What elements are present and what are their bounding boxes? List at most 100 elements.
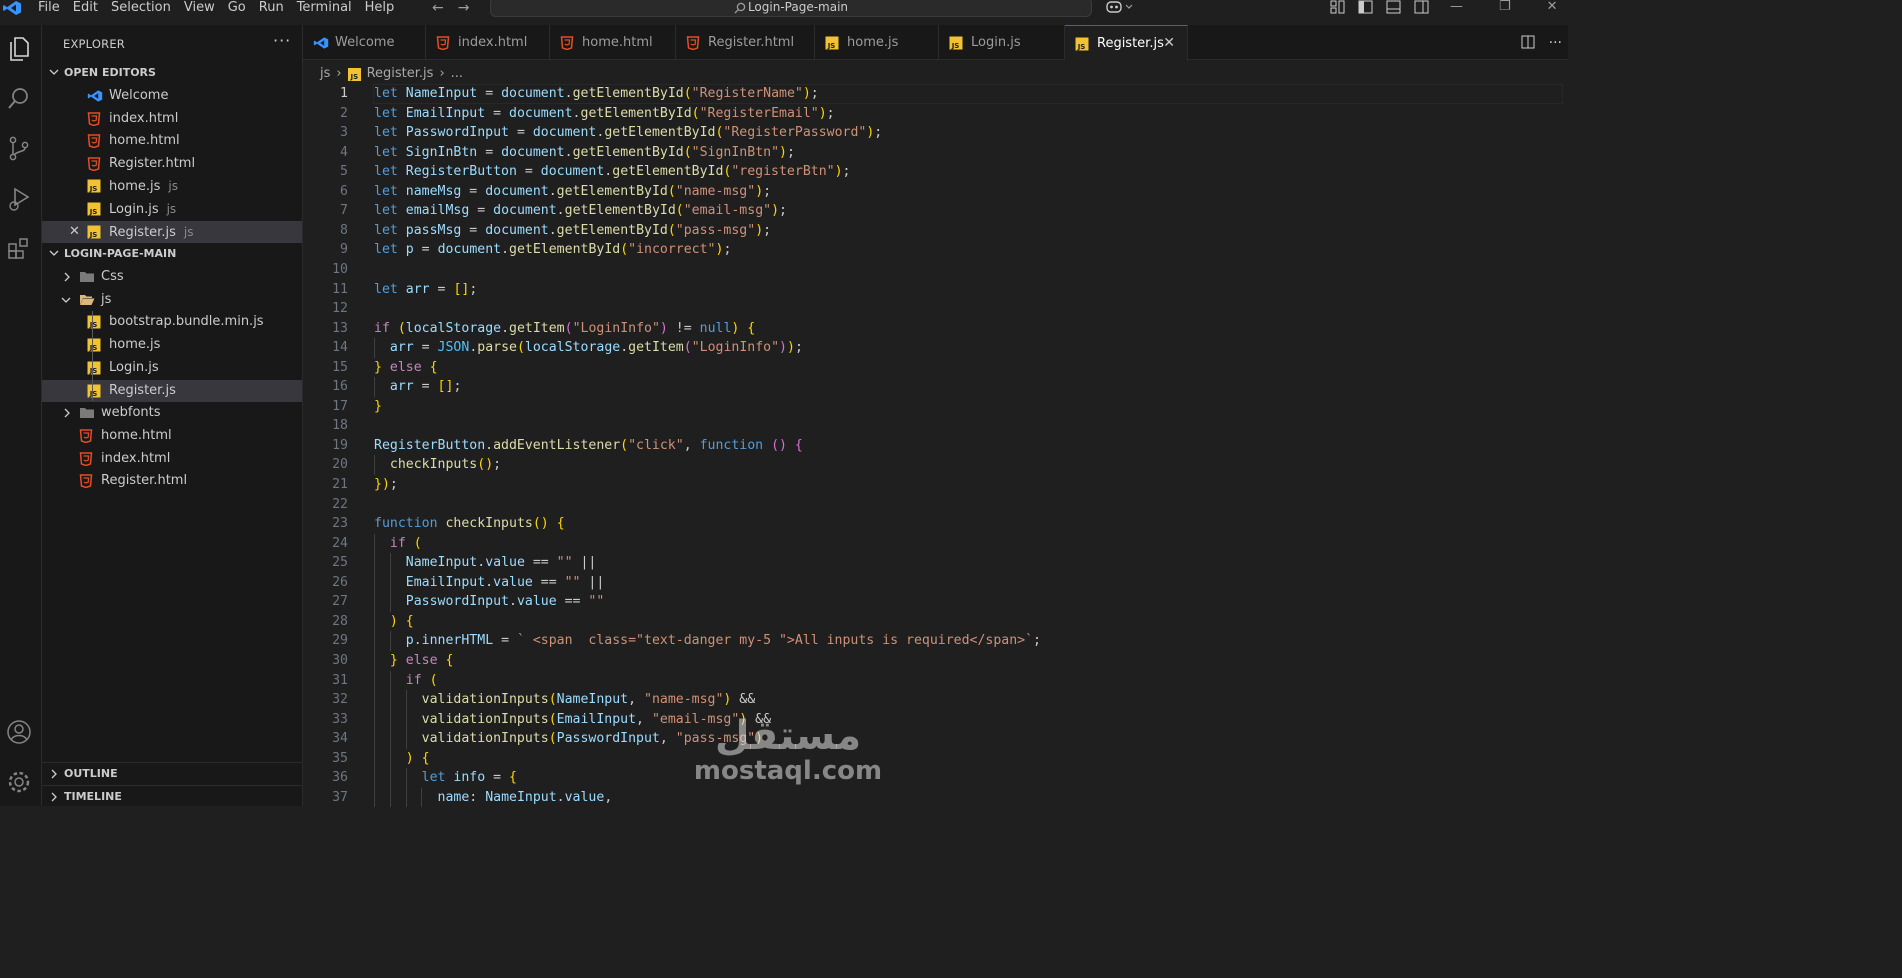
menu-terminal[interactable]: Terminal xyxy=(297,0,358,18)
more-actions-icon[interactable]: ··· xyxy=(273,31,291,50)
menu-selection[interactable]: Selection xyxy=(111,0,177,18)
outline-section[interactable]: OUTLINE xyxy=(42,762,302,785)
code-line[interactable]: } else { xyxy=(374,358,438,378)
code-editor[interactable]: 1 let NameInput = document.getElementById… xyxy=(303,84,1568,808)
open-editor-item[interactable]: home.html xyxy=(42,130,302,152)
tab-home-js[interactable]: JS home.js xyxy=(815,25,939,60)
code-line[interactable]: checkInputs(); xyxy=(374,455,501,475)
code-line[interactable]: if ( xyxy=(374,671,438,691)
code-line[interactable]: }); xyxy=(374,475,398,495)
code-line[interactable]: ) { xyxy=(374,612,414,632)
code-line[interactable]: ) { xyxy=(374,749,430,769)
open-editor-item[interactable]: Register.html xyxy=(42,153,302,175)
code-line[interactable]: let p = document.getElementById("incorre… xyxy=(374,240,731,260)
close-icon[interactable]: ✕ xyxy=(69,221,80,243)
toggle-panel-icon[interactable] xyxy=(1386,0,1402,14)
customize-layout-icon[interactable] xyxy=(1330,0,1346,14)
tree-file[interactable]: home.html xyxy=(42,425,302,447)
menu-view[interactable]: View xyxy=(184,0,221,18)
tree-item-name: js xyxy=(101,291,112,307)
accounts-icon[interactable] xyxy=(6,719,34,747)
back-arrow-icon[interactable]: ← xyxy=(432,0,444,16)
copilot-icon[interactable] xyxy=(1105,0,1135,14)
code-line[interactable]: } else { xyxy=(374,651,454,671)
explorer-files-icon[interactable] xyxy=(6,35,34,63)
tab-home-html[interactable]: home.html xyxy=(550,25,676,60)
tree-file[interactable]: JS Register.js xyxy=(42,379,302,402)
tab-index-html[interactable]: index.html xyxy=(426,25,550,60)
close-window-icon[interactable]: ✕ xyxy=(1547,0,1558,14)
menu-edit[interactable]: Edit xyxy=(73,0,104,18)
tab-register-html[interactable]: Register.html xyxy=(676,25,815,60)
tree-file[interactable]: JS bootstrap.bundle.min.js xyxy=(42,311,302,333)
code-line[interactable]: let passMsg = document.getElementById("p… xyxy=(374,221,771,241)
menu-run[interactable]: Run xyxy=(259,0,290,18)
code-line[interactable]: validationInputs(NameInput, "name-msg") … xyxy=(374,690,756,710)
code-line[interactable]: function checkInputs() { xyxy=(374,514,565,534)
code-line[interactable]: let emailMsg = document.getElementById("… xyxy=(374,201,787,221)
forward-arrow-icon[interactable]: → xyxy=(458,0,470,16)
open-editor-item[interactable]: ✕ JS Register.js js xyxy=(42,220,302,243)
tree-file[interactable]: Register.html xyxy=(42,470,302,492)
open-editors-section[interactable]: OPEN EDITORS xyxy=(42,62,302,84)
breadcrumb-file[interactable]: Register.js xyxy=(367,64,434,84)
code-line[interactable]: EmailInput.value == "" || xyxy=(374,573,605,593)
code-line[interactable]: let info = { xyxy=(374,768,517,788)
toggle-secondary-sidebar-icon[interactable] xyxy=(1414,0,1430,14)
open-editor-item[interactable]: index.html xyxy=(42,108,302,130)
command-center-search[interactable]: Login-Page-main xyxy=(490,0,1092,17)
project-section[interactable]: LOGIN-PAGE-MAIN xyxy=(42,243,302,265)
menu-go[interactable]: Go xyxy=(228,0,252,18)
code-line[interactable]: if (localStorage.getItem("LoginInfo") !=… xyxy=(374,319,755,339)
code-line[interactable]: let RegisterButton = document.getElement… xyxy=(374,162,850,182)
open-editor-item[interactable]: JS Login.js js xyxy=(42,198,302,220)
split-editor-icon[interactable] xyxy=(1521,35,1535,51)
tree-file[interactable]: JS Login.js xyxy=(42,357,302,379)
code-line[interactable]: let SignInBtn = document.getElementById(… xyxy=(374,143,795,163)
watermark-latin: mostaql.com xyxy=(693,756,883,786)
code-line[interactable]: arr = JSON.parse(localStorage.getItem("L… xyxy=(374,338,803,358)
manage-gear-icon[interactable] xyxy=(6,769,34,797)
menu-file[interactable]: File xyxy=(38,0,66,18)
code-line[interactable]: arr = []; xyxy=(374,377,462,397)
code-line[interactable]: NameInput.value == "" || xyxy=(374,553,597,573)
code-line[interactable]: PasswordInput.value == "" xyxy=(374,592,605,612)
code-line[interactable]: let PasswordInput = document.getElementB… xyxy=(374,123,882,143)
explorer-sidebar: EXPLORER ··· OPEN EDITORS Welcome index.h… xyxy=(42,25,303,806)
timeline-section[interactable]: TIMELINE xyxy=(42,785,302,808)
line-number: 27 xyxy=(332,594,348,610)
open-editor-item[interactable]: JS home.js js xyxy=(42,175,302,197)
tree-file[interactable]: index.html xyxy=(42,448,302,470)
tab-login-js[interactable]: JS Login.js xyxy=(939,25,1065,60)
tab-welcome[interactable]: Welcome xyxy=(303,25,426,60)
source-control-icon[interactable] xyxy=(6,135,34,163)
html-file-icon xyxy=(79,451,93,466)
code-line[interactable]: p.innerHTML = ` <span class="text-danger… xyxy=(374,631,1041,651)
more-editor-actions-icon[interactable]: ··· xyxy=(1549,35,1562,51)
tree-folder[interactable]: webfonts xyxy=(42,402,302,424)
extensions-icon[interactable] xyxy=(6,235,34,263)
code-line[interactable]: if ( xyxy=(374,534,422,554)
toggle-primary-sidebar-icon[interactable] xyxy=(1358,0,1374,14)
js-file-icon: JS xyxy=(87,179,101,193)
menu-help[interactable]: Help xyxy=(365,0,401,18)
minimize-icon[interactable]: — xyxy=(1450,0,1463,14)
open-editor-item[interactable]: Welcome xyxy=(42,85,302,107)
tree-file[interactable]: JS home.js xyxy=(42,334,302,356)
tab-register-js[interactable]: JS Register.js ✕ xyxy=(1065,25,1188,61)
restore-icon[interactable]: ❐ xyxy=(1499,0,1511,14)
breadcrumb-more[interactable]: ... xyxy=(451,64,463,84)
tree-folder[interactable]: Css xyxy=(42,266,302,288)
search-activity-icon[interactable] xyxy=(6,85,34,113)
run-and-debug-icon[interactable] xyxy=(6,185,34,213)
code-line[interactable]: name: NameInput.value, xyxy=(374,788,613,808)
code-line[interactable]: } xyxy=(374,397,382,417)
close-tab-icon[interactable]: ✕ xyxy=(1163,26,1175,61)
code-line[interactable]: RegisterButton.addEventListener("click",… xyxy=(374,436,803,456)
breadcrumb-folder[interactable]: js xyxy=(320,64,330,84)
code-line[interactable]: let arr = []; xyxy=(374,280,477,300)
code-line[interactable]: let EmailInput = document.getElementById… xyxy=(374,104,835,124)
code-line[interactable]: let nameMsg = document.getElementById("n… xyxy=(374,182,771,202)
code-line[interactable]: let NameInput = document.getElementById(… xyxy=(374,84,819,104)
tree-folder[interactable]: js xyxy=(42,289,302,311)
